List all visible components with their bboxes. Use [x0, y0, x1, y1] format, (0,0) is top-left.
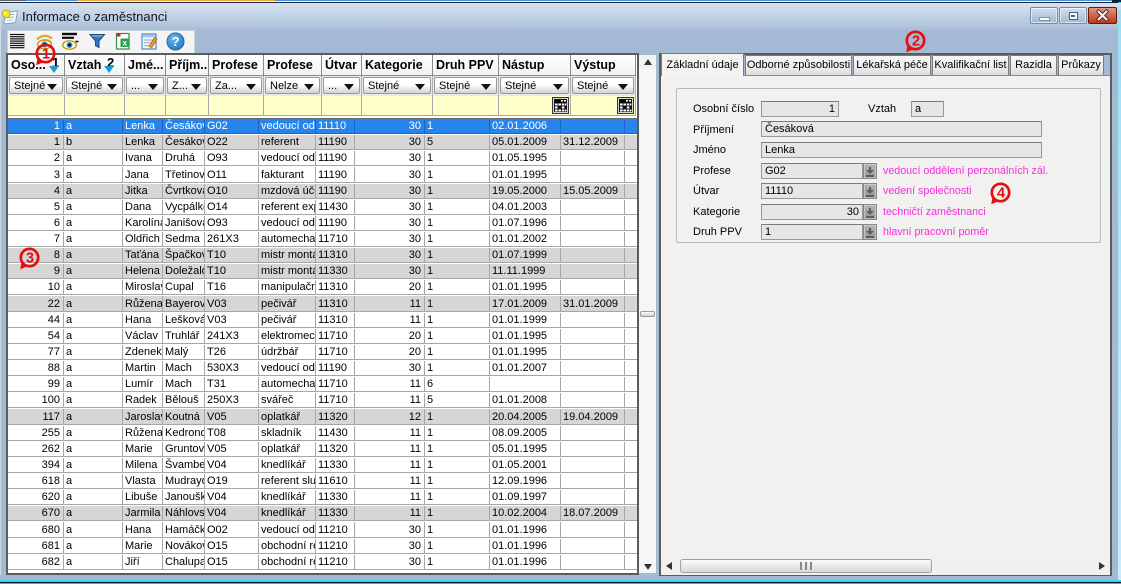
- svg-text:4: 4: [997, 186, 1005, 202]
- svg-text:2: 2: [912, 34, 920, 50]
- svg-text:1: 1: [42, 47, 50, 63]
- svg-text:?: ?: [172, 34, 180, 49]
- svg-text:3: 3: [26, 251, 34, 267]
- svg-text:x: x: [122, 37, 127, 47]
